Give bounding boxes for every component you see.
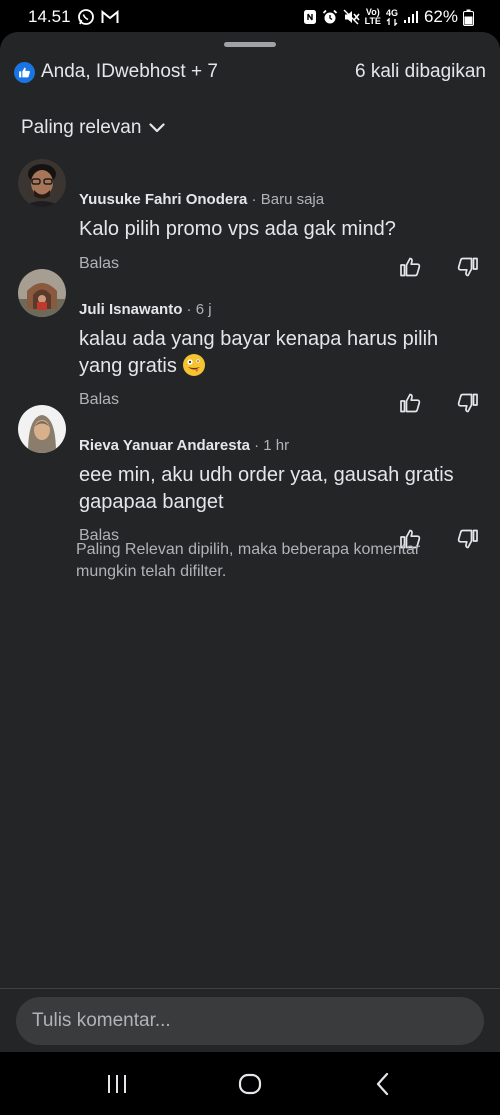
comment-text: kalau ada yang bayar kenapa harus pilih …	[79, 328, 439, 377]
comment-text: eee min, aku udh order yaa, gausah grati…	[79, 464, 454, 513]
avatar[interactable]	[18, 269, 66, 317]
nfc-icon	[303, 9, 317, 25]
reply-button[interactable]: Balas	[79, 255, 119, 273]
4g-icon: 4G	[386, 8, 398, 26]
status-bar: 14.51 Vo) LTE 4G 62%	[0, 0, 500, 34]
volte-icon: Vo) LTE	[364, 7, 381, 26]
thumbs-down-icon[interactable]	[456, 391, 480, 415]
commenter-name[interactable]: Juli Isnawanto	[79, 301, 182, 318]
reply-button[interactable]: Balas	[79, 391, 119, 409]
battery-icon	[463, 9, 474, 26]
comment-input[interactable]	[16, 997, 484, 1045]
comment-header: Rieva Yanuar Andaresta · 1 hr	[79, 437, 289, 454]
sort-dropdown[interactable]: Paling relevan	[21, 116, 166, 140]
status-right: Vo) LTE 4G 62%	[303, 7, 474, 27]
avatar[interactable]	[18, 405, 66, 453]
screen: 14.51 Vo) LTE 4G 62% Anda, IDwebhost + 7…	[0, 0, 500, 1115]
signal-icon	[403, 10, 419, 24]
reactions-summary[interactable]: Anda, IDwebhost + 7	[14, 61, 218, 83]
chevron-down-icon	[149, 117, 166, 139]
home-icon[interactable]	[230, 1064, 270, 1104]
comment-composer	[0, 988, 500, 1052]
mute-icon	[343, 9, 360, 25]
crazy-face-emoji-icon	[182, 353, 206, 377]
comment-text-block: kalau ada yang bayar kenapa harus pilih …	[79, 326, 459, 380]
back-icon[interactable]	[363, 1064, 403, 1104]
sheet-drag-handle[interactable]	[224, 42, 276, 47]
filter-notice: Paling Relevan dipilih, maka beberapa ko…	[76, 541, 421, 580]
thumbs-down-icon[interactable]	[456, 527, 480, 551]
thumbs-down-icon[interactable]	[456, 255, 480, 279]
comment-header: Juli Isnawanto · 6 j	[79, 301, 212, 318]
recent-apps-icon[interactable]	[97, 1064, 137, 1104]
thumbs-up-icon[interactable]	[398, 255, 422, 279]
reactions-text: Anda, IDwebhost + 7	[41, 61, 218, 82]
commenter-name[interactable]: Yuusuke Fahri Onodera	[79, 191, 247, 208]
status-left: 14.51	[28, 7, 119, 27]
comments-sheet: Anda, IDwebhost + 7 6 kali dibagikan Pal…	[0, 32, 500, 988]
comment-time: · 6 j	[182, 301, 212, 318]
whatsapp-icon	[77, 8, 95, 26]
battery-percent: 62%	[423, 7, 458, 26]
shares-count[interactable]: 6 kali dibagikan	[355, 61, 486, 83]
comment-header: Yuusuke Fahri Onodera · Baru saja	[79, 191, 324, 208]
alarm-icon	[322, 9, 338, 25]
gmail-icon	[101, 10, 119, 24]
clock: 14.51	[28, 7, 71, 26]
commenter-name[interactable]: Rieva Yanuar Andaresta	[79, 437, 250, 454]
comment-time: · Baru saja	[247, 191, 325, 208]
comment-text: Kalo pilih promo vps ada gak mind?	[79, 218, 396, 240]
system-nav-bar	[0, 1052, 500, 1115]
sort-label: Paling relevan	[21, 117, 142, 138]
like-reaction-icon	[14, 61, 35, 83]
thumbs-up-icon[interactable]	[398, 391, 422, 415]
avatar[interactable]	[18, 159, 66, 207]
comment-time: · 1 hr	[249, 437, 290, 454]
reactions-row: Anda, IDwebhost + 7 6 kali dibagikan	[14, 59, 486, 85]
